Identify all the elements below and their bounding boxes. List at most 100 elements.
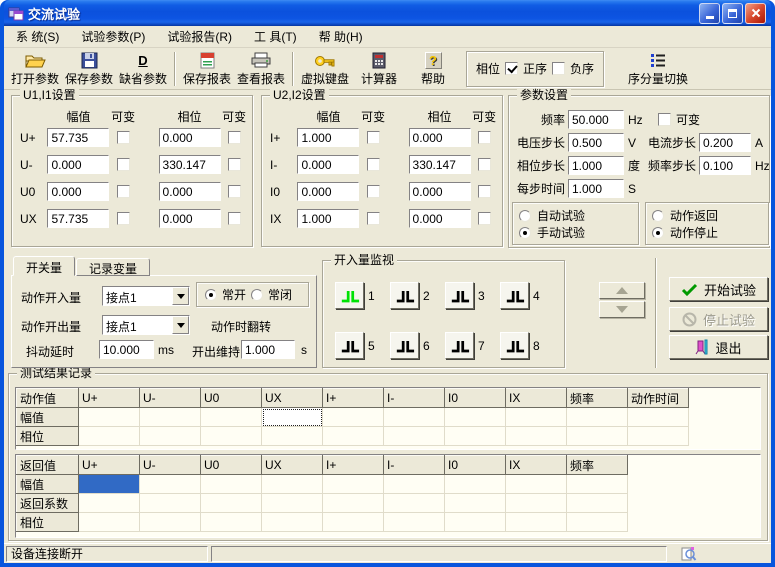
default-params-button[interactable]: D 缺省参数 [116,50,170,88]
result-cell[interactable] [445,475,506,494]
u2-phase-input-I0[interactable] [409,182,471,201]
u2-amplitude-input-IX[interactable] [297,209,359,228]
result-cell[interactable] [567,427,628,446]
normally-open-radio[interactable] [205,289,217,301]
calculator-button[interactable]: 计算器 [352,50,406,88]
result-cell[interactable] [140,475,201,494]
contact-switch-button-4[interactable] [500,282,529,309]
frequency-variable-checkbox[interactable] [658,113,671,126]
result-cell[interactable] [201,513,262,532]
u2-phase-input-IX[interactable] [409,209,471,228]
result-cell[interactable] [445,494,506,513]
jitter-delay-input[interactable] [99,340,154,359]
result-cell[interactable] [140,427,201,446]
result-cell[interactable] [201,427,262,446]
contact-switch-button-1[interactable] [335,282,364,309]
u2-amplitude-input-I0[interactable] [297,182,359,201]
u1-phase-variable-checkbox-U+[interactable] [228,131,241,144]
u1-amplitude-input-U+[interactable] [47,128,109,147]
result-cell[interactable] [628,427,689,446]
result-cell[interactable] [201,475,262,494]
result-cell[interactable] [262,427,323,446]
u1-amplitude-input-UX[interactable] [47,209,109,228]
u1-phase-input-U-[interactable] [159,155,221,174]
contact-switch-button-8[interactable] [500,332,529,359]
result-cell[interactable] [201,408,262,427]
normally-closed-radio[interactable] [251,289,263,301]
u1-phase-input-U+[interactable] [159,128,221,147]
menu-test-report[interactable]: 试验报告(R) [167,28,232,45]
u2-amplitude-input-I+[interactable] [297,128,359,147]
output-hold-input[interactable] [241,340,295,359]
result-cell[interactable] [79,427,140,446]
action-stop-radio[interactable] [652,227,664,239]
result-cell[interactable] [506,475,567,494]
voltage-step-input[interactable] [568,133,624,152]
freq-step-input[interactable] [699,156,751,175]
tab-record-variable[interactable]: 记录变量 [76,258,150,276]
result-cell[interactable] [567,513,628,532]
result-cell[interactable] [262,475,323,494]
u1-phase-variable-checkbox-UX[interactable] [228,212,241,225]
view-report-button[interactable]: 查看报表 [234,50,288,88]
u1-phase-variable-checkbox-U0[interactable] [228,185,241,198]
stop-test-button[interactable]: 停止试验 [669,307,768,331]
dropdown-arrow-button[interactable] [172,316,189,334]
frequency-input[interactable] [568,110,624,129]
open-params-button[interactable]: 打开参数 [8,50,62,88]
result-cell[interactable] [262,513,323,532]
action-input-combobox[interactable]: 接点1 [102,286,190,306]
phase-step-input[interactable] [568,156,624,175]
result-cell[interactable] [140,494,201,513]
result-cell[interactable] [384,408,445,427]
dropdown-arrow-button[interactable] [172,287,189,305]
result-cell[interactable] [201,494,262,513]
contact-switch-button-3[interactable] [445,282,474,309]
result-cell[interactable] [384,513,445,532]
menu-help[interactable]: 帮 助(H) [319,28,363,45]
contact-switch-button-6[interactable] [390,332,419,359]
u2-amp-variable-checkbox-I+[interactable] [367,131,380,144]
u1-amp-variable-checkbox-U0[interactable] [117,185,130,198]
tab-switch-quantity[interactable]: 开关量 [13,256,75,276]
u1-amp-variable-checkbox-U+[interactable] [117,131,130,144]
result-cell[interactable] [79,513,140,532]
u2-amplitude-input-I-[interactable] [297,155,359,174]
u2-amp-variable-checkbox-I-[interactable] [367,158,380,171]
u1-phase-variable-checkbox-U-[interactable] [228,158,241,171]
u1-amp-variable-checkbox-UX[interactable] [117,212,130,225]
contact-switch-button-7[interactable] [445,332,474,359]
u1-amp-variable-checkbox-U-[interactable] [117,158,130,171]
help-button[interactable]: ? 帮助 [406,50,460,88]
result-cell[interactable] [323,513,384,532]
menu-test-params[interactable]: 试验参数(P) [81,28,145,45]
result-cell[interactable] [323,427,384,446]
u1-phase-input-UX[interactable] [159,209,221,228]
result-cell[interactable] [323,408,384,427]
result-cell[interactable] [384,494,445,513]
result-cell[interactable] [262,494,323,513]
close-button[interactable] [745,3,766,24]
auto-test-radio[interactable] [519,210,531,222]
result-cell[interactable] [567,408,628,427]
u1-amplitude-input-U0[interactable] [47,182,109,201]
save-report-button[interactable]: 保存报表 [180,50,234,88]
action-output-combobox[interactable]: 接点1 [102,315,190,335]
positive-seq-checkbox[interactable] [505,62,518,75]
result-cell[interactable] [384,475,445,494]
scroll-down-button[interactable] [599,301,645,318]
u2-amp-variable-checkbox-I0[interactable] [367,185,380,198]
save-params-button[interactable]: 保存参数 [62,50,116,88]
result-cell[interactable] [262,408,323,427]
result-cell[interactable] [323,494,384,513]
start-test-button[interactable]: 开始试验 [669,277,768,301]
u2-phase-input-I+[interactable] [409,128,471,147]
result-cell[interactable] [140,408,201,427]
minimize-button[interactable] [699,3,720,24]
u2-phase-variable-checkbox-I+[interactable] [478,131,491,144]
result-cell[interactable] [506,427,567,446]
u1-amplitude-input-U-[interactable] [47,155,109,174]
result-cell[interactable] [140,513,201,532]
manual-test-radio[interactable] [519,227,531,239]
seq-component-switch-button[interactable]: 序分量切换 [618,50,698,88]
